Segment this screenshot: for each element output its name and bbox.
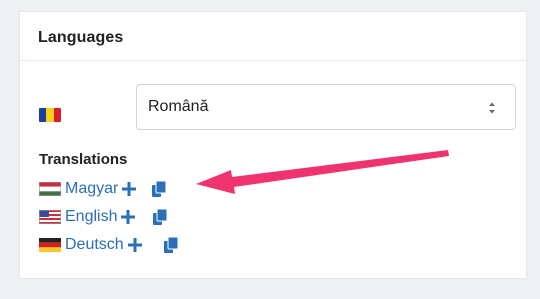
translations-title: Translations <box>39 151 128 168</box>
germany-flag-icon <box>39 238 61 252</box>
translation-row-deutsch: Deutsch <box>39 234 178 256</box>
select-arrows-icon <box>489 102 495 114</box>
translation-link-magyar[interactable]: Magyar <box>65 180 118 198</box>
copy-translation-magyar-icon[interactable] <box>152 181 167 197</box>
languages-panel: Languages Română Translations Magyar Eng… <box>19 11 527 279</box>
add-translation-deutsch-icon[interactable] <box>127 237 143 253</box>
panel-title: Languages <box>38 29 124 46</box>
language-row: Română <box>20 82 526 132</box>
hungary-flag-icon <box>39 182 61 196</box>
add-translation-english-icon[interactable] <box>120 209 136 225</box>
translation-row-magyar: Magyar <box>39 178 167 200</box>
usa-flag-icon <box>39 210 61 224</box>
copy-translation-deutsch-icon[interactable] <box>163 237 178 253</box>
copy-translation-english-icon[interactable] <box>153 209 168 225</box>
language-select-value: Română <box>148 98 209 115</box>
translation-link-english[interactable]: English <box>65 208 117 226</box>
language-select[interactable]: Română <box>136 84 516 130</box>
panel-header: Languages <box>20 12 526 61</box>
translation-link-deutsch[interactable]: Deutsch <box>65 236 124 254</box>
translation-row-english: English <box>39 206 168 228</box>
romania-flag-icon <box>39 108 61 122</box>
add-translation-magyar-icon[interactable] <box>121 181 137 197</box>
